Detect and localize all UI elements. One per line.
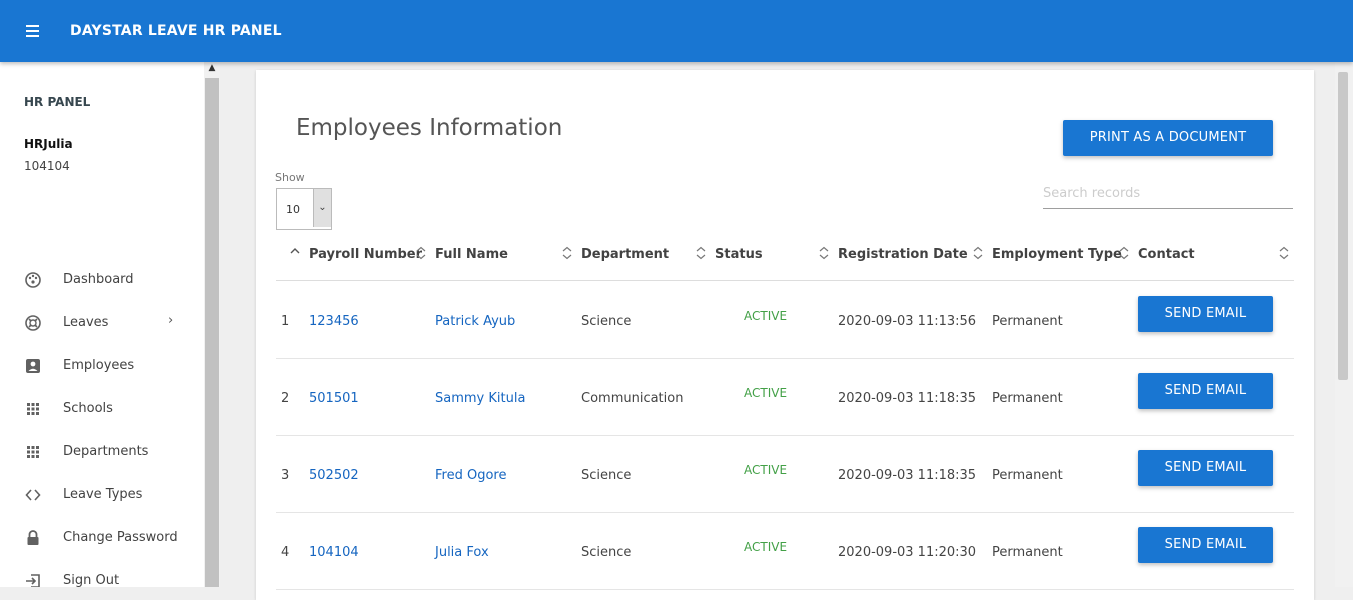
registration-date-cell: 2020-09-03 11:18:35 xyxy=(838,468,977,483)
row-index: 3 xyxy=(281,468,290,483)
lock-icon xyxy=(24,529,42,547)
status-badge: ACTIVE xyxy=(744,540,788,554)
table-row: 3 502502 Fred Ogore Science ACTIVE 2020-… xyxy=(276,435,1294,513)
registration-date-cell: 2020-09-03 11:13:56 xyxy=(838,314,977,329)
chevron-right-icon: › xyxy=(168,313,174,328)
payroll-link[interactable]: 502502 xyxy=(309,468,359,483)
department-cell: Science xyxy=(581,314,632,329)
sort-icon[interactable] xyxy=(818,246,830,260)
row-index: 4 xyxy=(281,545,290,560)
sidebar-item-departments[interactable]: Departments xyxy=(0,434,204,468)
page-title: Employees Information xyxy=(296,115,563,141)
status-badge: ACTIVE xyxy=(744,463,788,477)
chevron-down-icon[interactable]: ⌄ xyxy=(313,189,331,227)
sort-icon[interactable] xyxy=(1118,246,1130,260)
table-row: 2 501501 Sammy Kitula Communication ACTI… xyxy=(276,358,1294,436)
sidebar-item-leave-types[interactable]: Leave Types xyxy=(0,477,204,511)
page-size-value: 10 xyxy=(286,203,300,216)
page-size-select[interactable]: 10 ⌄ xyxy=(276,188,332,230)
send-email-button[interactable]: SEND EMAIL xyxy=(1138,527,1273,563)
status-badge: ACTIVE xyxy=(744,309,788,323)
sidebar-item-label: Schools xyxy=(63,401,113,416)
department-cell: Communication xyxy=(581,391,684,406)
sidebar-item-label: Dashboard xyxy=(63,272,134,287)
sidebar-item-leaves[interactable]: Leaves › xyxy=(0,305,204,339)
table-row: 1 123456 Patrick Ayub Science ACTIVE 202… xyxy=(276,281,1294,359)
sidebar-item-dashboard[interactable]: Dashboard xyxy=(0,262,204,296)
departments-icon xyxy=(24,443,42,461)
department-cell: Science xyxy=(581,545,632,560)
employees-icon xyxy=(24,357,42,375)
status-badge: ACTIVE xyxy=(744,386,788,400)
search-input[interactable] xyxy=(1043,178,1293,209)
sidebar-item-label: Change Password xyxy=(63,530,178,545)
payroll-link[interactable]: 501501 xyxy=(309,391,359,406)
sidebar-item-change-password[interactable]: Change Password xyxy=(0,520,204,554)
schools-icon xyxy=(24,400,42,418)
payroll-link[interactable]: 104104 xyxy=(309,545,359,560)
column-header-contact[interactable]: Contact xyxy=(1138,247,1195,262)
row-index: 1 xyxy=(281,314,290,329)
full-name-link[interactable]: Patrick Ayub xyxy=(435,314,515,329)
scroll-up-icon[interactable]: ▲ xyxy=(204,63,220,76)
send-email-button[interactable]: SEND EMAIL xyxy=(1138,373,1273,409)
sort-icon[interactable] xyxy=(561,246,573,260)
user-name: HRJulia xyxy=(24,137,73,151)
sidebar-item-sign-out[interactable]: Sign Out xyxy=(0,563,204,587)
sign-out-icon xyxy=(24,572,42,587)
sort-icon[interactable] xyxy=(1278,246,1290,260)
sort-icon[interactable] xyxy=(415,246,427,260)
column-header-status[interactable]: Status xyxy=(715,247,763,262)
sidebar-scrollbar[interactable]: ▲ xyxy=(204,62,220,587)
menu-icon[interactable] xyxy=(26,25,39,37)
send-email-button[interactable]: SEND EMAIL xyxy=(1138,450,1273,486)
send-email-button[interactable]: SEND EMAIL xyxy=(1138,296,1273,332)
sidebar-item-label: Leave Types xyxy=(63,487,143,502)
show-label: Show xyxy=(275,171,305,184)
user-id: 104104 xyxy=(24,159,70,173)
leaves-icon xyxy=(24,314,42,332)
sidebar-item-employees[interactable]: Employees xyxy=(0,348,204,382)
department-cell: Science xyxy=(581,468,632,483)
app-title: DAYSTAR LEAVE HR PANEL xyxy=(70,23,282,39)
employment-type-cell: Permanent xyxy=(992,391,1063,406)
panel-title: HR PANEL xyxy=(24,95,91,109)
employment-type-cell: Permanent xyxy=(992,314,1063,329)
dashboard-icon xyxy=(24,271,42,289)
top-app-bar: DAYSTAR LEAVE HR PANEL xyxy=(0,0,1353,62)
scrollbar-thumb[interactable] xyxy=(1338,72,1348,380)
main-scrollbar[interactable] xyxy=(1335,62,1353,587)
column-header-full-name[interactable]: Full Name xyxy=(435,247,508,262)
scrollbar-thumb[interactable] xyxy=(205,78,219,587)
sidebar-item-label: Departments xyxy=(63,444,149,459)
sort-icon[interactable] xyxy=(695,246,707,260)
full-name-link[interactable]: Fred Ogore xyxy=(435,468,506,483)
sort-icon[interactable] xyxy=(972,246,984,260)
full-name-link[interactable]: Sammy Kitula xyxy=(435,391,525,406)
table-row: 4 104104 Julia Fox Science ACTIVE 2020-0… xyxy=(276,512,1294,590)
row-index: 2 xyxy=(281,391,290,406)
employment-type-cell: Permanent xyxy=(992,468,1063,483)
sidebar-item-label: Sign Out xyxy=(63,573,120,587)
column-header-registration-date[interactable]: Registration Date xyxy=(838,247,968,262)
employment-type-cell: Permanent xyxy=(992,545,1063,560)
code-icon xyxy=(24,486,42,504)
sidebar-item-label: Leaves xyxy=(63,315,109,330)
sidebar: HR PANEL HRJulia 104104 Dashboard Leaves… xyxy=(0,62,204,587)
full-name-link[interactable]: Julia Fox xyxy=(435,545,489,560)
print-document-button[interactable]: PRINT AS A DOCUMENT xyxy=(1063,120,1273,156)
sort-asc-icon[interactable] xyxy=(289,246,301,260)
column-header-employment-type[interactable]: Employment Type xyxy=(992,247,1122,262)
column-header-payroll[interactable]: Payroll Number xyxy=(309,247,422,262)
registration-date-cell: 2020-09-03 11:20:30 xyxy=(838,545,977,560)
sidebar-item-schools[interactable]: Schools xyxy=(0,391,204,425)
registration-date-cell: 2020-09-03 11:18:35 xyxy=(838,391,977,406)
employees-card: Employees Information PRINT AS A DOCUMEN… xyxy=(256,70,1314,600)
payroll-link[interactable]: 123456 xyxy=(309,314,359,329)
sidebar-item-label: Employees xyxy=(63,358,135,373)
column-header-department[interactable]: Department xyxy=(581,247,669,262)
